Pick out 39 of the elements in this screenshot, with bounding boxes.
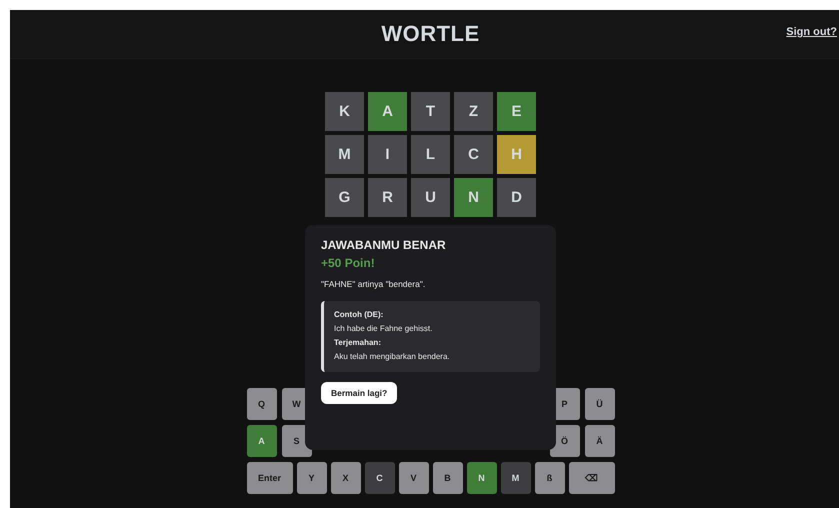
letter-tile: A xyxy=(368,92,407,131)
letter-tile: U xyxy=(411,178,450,217)
app-title: WORTLE xyxy=(380,21,480,47)
letter-tile: Z xyxy=(454,92,493,131)
points-text: +50 Poin! xyxy=(321,256,376,270)
letter-tile: C xyxy=(454,135,493,174)
sign-out-link[interactable]: Sign out? xyxy=(786,26,837,38)
letter-tile: D xyxy=(497,178,536,217)
letter-tile: K xyxy=(325,92,364,131)
letter-tile: H xyxy=(497,135,536,174)
letter-tile: I xyxy=(368,135,407,174)
keyboard-key[interactable]: Ü xyxy=(584,388,614,420)
keyboard-key[interactable]: A xyxy=(246,425,276,457)
translation-label: Terjemahan: xyxy=(334,337,382,349)
keyboard-key[interactable]: B xyxy=(432,462,462,494)
letter-tile: T xyxy=(411,92,450,131)
keyboard-key[interactable]: N xyxy=(466,462,496,494)
letter-tile: R xyxy=(368,178,407,217)
letter-tile: M xyxy=(325,135,364,174)
example-label: Contoh (DE): xyxy=(334,309,384,321)
keyboard-key[interactable]: C xyxy=(364,462,394,494)
dialog-title: JAWABANMU BENAR xyxy=(321,238,447,252)
keyboard-key[interactable]: M xyxy=(500,462,530,494)
translation-sentence: Aku telah mengibarkan bendera. xyxy=(334,351,451,363)
letter-tile: L xyxy=(411,135,450,174)
keyboard-key[interactable]: ⌫ xyxy=(568,462,614,494)
keyboard-key[interactable]: X xyxy=(330,462,360,494)
keyboard-key[interactable]: ß xyxy=(534,462,564,494)
keyboard-key[interactable]: Ä xyxy=(584,425,614,457)
keyboard-key[interactable]: V xyxy=(398,462,428,494)
play-again-button[interactable]: Bermain lagi? xyxy=(321,382,398,404)
letter-tile: G xyxy=(325,178,364,217)
keyboard-key[interactable]: Q xyxy=(246,388,276,420)
meaning-text: "FAHNE" artinya "bendera". xyxy=(321,279,426,289)
keyboard-key[interactable]: Y xyxy=(296,462,326,494)
letter-tile: E xyxy=(497,92,536,131)
letter-tile: N xyxy=(454,178,493,217)
keyboard-key[interactable]: Enter xyxy=(246,462,292,494)
example-sentence: Ich habe die Fahne gehisst. xyxy=(334,323,434,335)
